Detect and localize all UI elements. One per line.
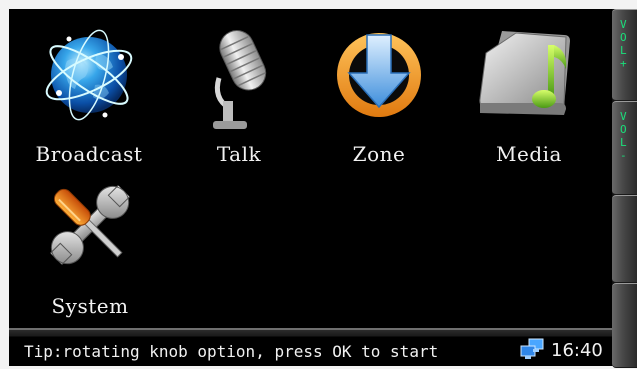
side-button-3[interactable] bbox=[612, 195, 637, 283]
globe-icon bbox=[45, 29, 133, 121]
status-bar: Tip:rotating knob option, press OK to st… bbox=[9, 328, 612, 366]
volume-down-label: V O L - bbox=[620, 110, 627, 162]
volume-up-label: V O L + bbox=[620, 18, 627, 70]
media-label: Media bbox=[496, 142, 562, 166]
side-button-4[interactable] bbox=[612, 283, 637, 368]
download-arrow-icon bbox=[337, 33, 421, 117]
music-folder-icon bbox=[479, 31, 570, 115]
network-computers-icon bbox=[520, 338, 544, 359]
media-app[interactable]: Media bbox=[469, 9, 589, 166]
volume-up-button[interactable]: V O L + bbox=[612, 9, 637, 101]
talk-label: Talk bbox=[216, 142, 262, 166]
zone-app[interactable]: Zone bbox=[319, 9, 439, 166]
volume-down-button[interactable]: V O L - bbox=[612, 101, 637, 195]
side-button-rail: V O L + V O L - bbox=[612, 9, 637, 368]
clock-time: 16:40 bbox=[551, 340, 603, 361]
talk-app[interactable]: Talk bbox=[179, 9, 299, 166]
tip-text: Tip:rotating knob option, press OK to st… bbox=[24, 342, 439, 361]
microphone-icon bbox=[213, 30, 267, 129]
tools-icon bbox=[50, 185, 130, 265]
broadcast-app[interactable]: Broadcast bbox=[29, 9, 149, 166]
main-screen: Broadcast Talk Zone Media System Tip:rot… bbox=[9, 9, 612, 366]
system-app[interactable]: System bbox=[30, 161, 150, 318]
system-label: System bbox=[51, 294, 129, 318]
zone-label: Zone bbox=[352, 142, 406, 166]
